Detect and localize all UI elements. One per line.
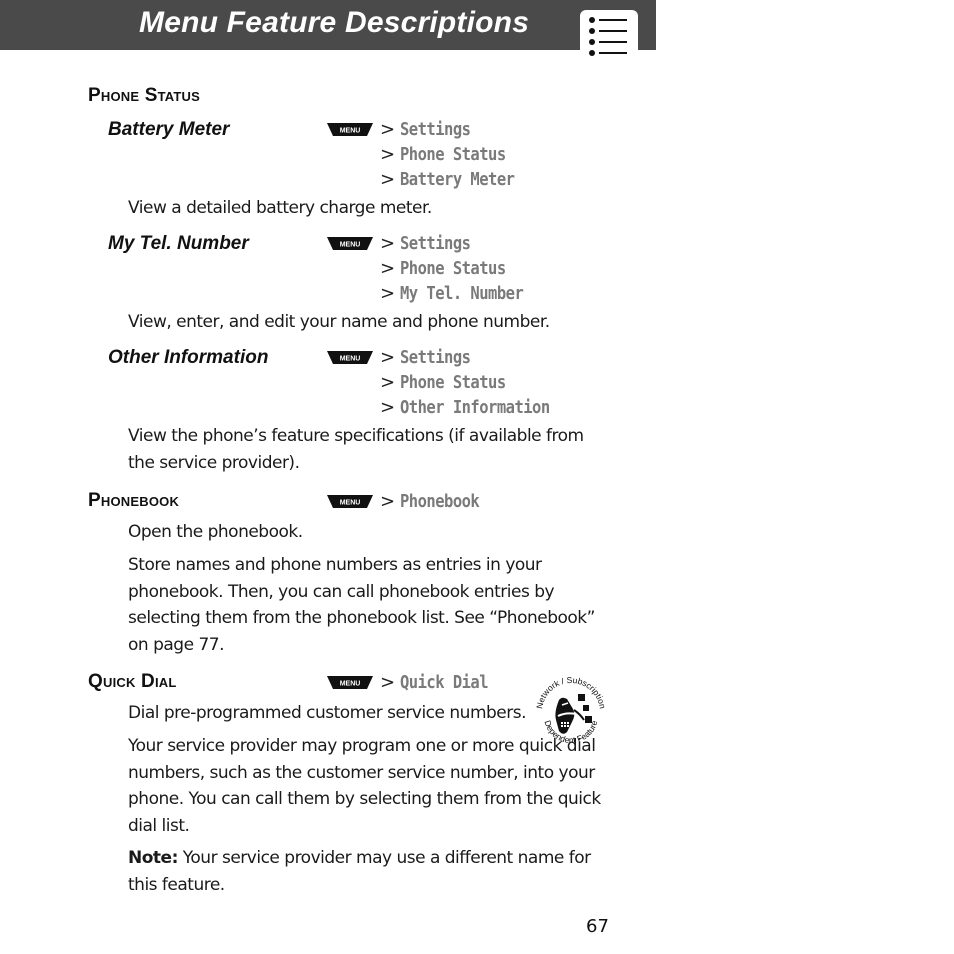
- menu-path-step: Phone Status: [400, 258, 506, 279]
- menu-path-step: Settings: [400, 119, 471, 140]
- menu-path: > Settings > Phone Status > Battery Meter: [380, 119, 515, 190]
- menu-path: > Settings > Phone Status > Other Informati…: [380, 347, 550, 418]
- menu-path: > Settings > Phone Status > My Tel. Number: [380, 233, 524, 304]
- menu-key-icon: MENU: [327, 123, 373, 136]
- section-heading-phone-status: Phone Status: [88, 85, 200, 106]
- note-paragraph: Note: Your service provider may use a di…: [128, 845, 603, 898]
- menu-path-step: My Tel. Number: [400, 283, 524, 304]
- item-description: View the phone’s feature specifications …: [128, 426, 584, 473]
- menu-list-icon: [580, 10, 638, 62]
- note-text: Your service provider may use a differen…: [128, 848, 591, 895]
- menu-key-icon: MENU: [327, 676, 373, 689]
- menu-path-step: Battery Meter: [400, 169, 515, 190]
- menu-key-label: MENU: [340, 681, 361, 688]
- menu-key-icon: MENU: [327, 351, 373, 364]
- menu-path-step: Phone Status: [400, 372, 506, 393]
- page-header: Menu Feature Descriptions: [0, 0, 656, 50]
- menu-key-icon: MENU: [327, 237, 373, 250]
- menu-key-label: MENU: [340, 356, 361, 363]
- paragraph: Your service provider may program one or…: [128, 736, 601, 836]
- menu-path-step: Phone Status: [400, 144, 506, 165]
- menu-key-label: MENU: [340, 128, 361, 135]
- menu-path: > Quick Dial: [380, 672, 489, 693]
- menu-path-step: Settings: [400, 233, 471, 254]
- menu-path-step: Other Information: [400, 397, 550, 418]
- menu-path-step: Phonebook: [400, 491, 480, 512]
- item-title-my-tel-number: My Tel. Number: [108, 233, 249, 254]
- page-title: Menu Feature Descriptions: [139, 6, 530, 39]
- paragraph: Store names and phone numbers as entries…: [128, 555, 595, 655]
- page-number: 67: [586, 916, 609, 937]
- menu-key-label: MENU: [340, 500, 361, 507]
- item-description: View, enter, and edit your name and phon…: [128, 312, 550, 332]
- svg-text:Network / Subscription: Network / Subscription: [534, 675, 608, 710]
- paragraph: Open the phonebook.: [128, 522, 303, 542]
- menu-key-icon: MENU: [327, 495, 373, 508]
- item-description: View a detailed battery charge meter.: [128, 198, 432, 218]
- menu-path: > Phonebook: [380, 491, 480, 512]
- badge-top-text: Network / Subscription: [534, 675, 608, 710]
- note-label: Note:: [128, 848, 178, 868]
- paragraph: Dial pre-programmed customer service num…: [128, 703, 527, 723]
- section-heading-phonebook: Phonebook: [88, 490, 180, 511]
- item-title-other-information: Other Information: [108, 347, 269, 368]
- item-title-battery-meter: Battery Meter: [108, 119, 230, 140]
- menu-path-step: Settings: [400, 347, 471, 368]
- menu-path-step: Quick Dial: [400, 672, 489, 693]
- menu-key-label: MENU: [340, 242, 361, 249]
- section-heading-quick-dial: Quick Dial: [88, 671, 177, 692]
